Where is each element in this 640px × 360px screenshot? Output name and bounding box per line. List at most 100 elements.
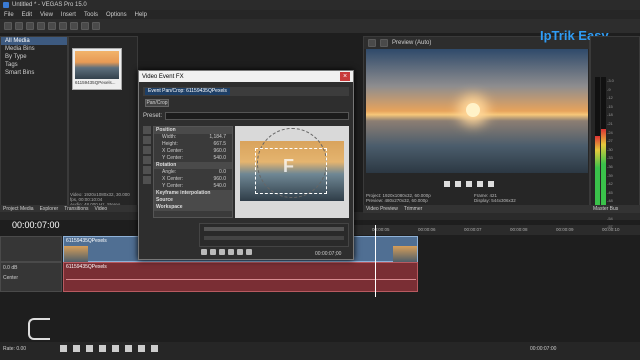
menu-file[interactable]: File: [4, 12, 14, 18]
menu-tools[interactable]: Tools: [84, 12, 98, 18]
preset-select[interactable]: [165, 111, 349, 120]
pancrop-canvas[interactable]: F: [235, 126, 349, 218]
undo-button[interactable]: [48, 22, 56, 30]
dialog-title: Video Event FX: [142, 73, 184, 80]
save-button[interactable]: [26, 22, 34, 30]
stop-icon[interactable]: [466, 181, 472, 187]
prev-frame-icon[interactable]: [477, 181, 483, 187]
sunset-thumbnail-image: [75, 51, 119, 79]
fx-chain-item[interactable]: Event Pan/Crop: 61159435QPexels: [145, 88, 230, 95]
tab-master-bus[interactable]: Master Bus: [593, 206, 618, 212]
record-icon[interactable]: [60, 345, 67, 352]
stop-icon[interactable]: [125, 345, 132, 352]
rotation-header[interactable]: Rotation: [154, 162, 232, 169]
go-to-start-icon[interactable]: [138, 345, 145, 352]
scale-about-center-icon[interactable]: [143, 176, 151, 184]
play-icon[interactable]: [444, 181, 450, 187]
thumbnail-caption: 61159435QPexels...: [75, 80, 116, 85]
audio-track-header[interactable]: 0.0 dB Center: [0, 262, 62, 292]
move-free-icon[interactable]: [143, 156, 151, 164]
zoom-tool-icon[interactable]: [143, 136, 151, 144]
audio-event[interactable]: 61159435QPexels: [63, 262, 418, 292]
preview-transport: [444, 181, 494, 187]
meter-scale-tick: -45: [607, 189, 613, 195]
tab-video-preview[interactable]: Video Preview: [366, 206, 398, 212]
add-keyframe-icon[interactable]: [219, 249, 225, 255]
mask-keyframe-track[interactable]: [204, 236, 344, 240]
delete-keyframe-icon[interactable]: [228, 249, 234, 255]
last-keyframe-icon[interactable]: [246, 249, 252, 255]
copy-button[interactable]: [81, 22, 89, 30]
video-track-header[interactable]: [0, 236, 62, 262]
prop-rot-y-center: Y Center: 540.0: [162, 183, 226, 189]
video-event-thumb: [393, 246, 417, 262]
keyframe-interp-header[interactable]: Keyframe interpolation: [154, 190, 232, 197]
meter-scale-tick: -12: [607, 95, 613, 101]
prop-height: Height: 667.5: [162, 141, 226, 147]
vegas-logo-icon: [3, 2, 9, 8]
next-keyframe-icon[interactable]: [237, 249, 243, 255]
loop-icon[interactable]: [73, 345, 80, 352]
menu-insert[interactable]: Insert: [61, 12, 76, 18]
menu-bar: File Edit View Insert Tools Options Help: [0, 10, 640, 19]
magnet-icon[interactable]: [143, 146, 151, 154]
pancrop-tab[interactable]: Pan/Crop: [145, 99, 169, 107]
prop-x-center: X Center: 960.0: [162, 148, 226, 154]
meter-scale-tick: -24: [607, 129, 613, 135]
render-button[interactable]: [37, 22, 45, 30]
meter-scale-tick: -27: [607, 138, 613, 144]
prev-keyframe-icon[interactable]: [210, 249, 216, 255]
preview-quality[interactable]: Preview (Auto): [392, 40, 431, 46]
play-icon[interactable]: [99, 345, 106, 352]
media-thumbnail[interactable]: 61159435QPexels...: [72, 48, 122, 90]
menu-edit[interactable]: Edit: [22, 12, 32, 18]
go-to-end-icon[interactable]: [151, 345, 158, 352]
first-keyframe-icon[interactable]: [201, 249, 207, 255]
next-frame-icon[interactable]: [488, 181, 494, 187]
close-icon[interactable]: ×: [340, 72, 350, 81]
play-from-start-icon[interactable]: [86, 345, 93, 352]
left-meter: [595, 77, 600, 207]
meter-scale-tick: -3.0: [607, 78, 614, 83]
workspace-header[interactable]: Workspace: [154, 204, 232, 211]
tab-trimmer[interactable]: Trimmer: [404, 206, 422, 212]
paste-button[interactable]: [92, 22, 100, 30]
new-project-button[interactable]: [4, 22, 12, 30]
master-bus-tab: Master Bus: [590, 205, 640, 213]
tree-item-all-media[interactable]: All Media: [1, 37, 67, 45]
ruler-tick: 00:00:07: [464, 227, 482, 232]
preview-frame: [366, 49, 588, 173]
tree-item-by-type[interactable]: By Type: [1, 53, 67, 61]
meter-scale-tick: -33: [607, 155, 613, 161]
pause-icon[interactable]: [112, 345, 119, 352]
source-header[interactable]: Source: [154, 197, 232, 204]
left-meter-fill: [595, 135, 600, 207]
master-bus-panel: -3.0 -9 -12 -15 -18 -21 -24 -27 -30 -33 -36 -39 -42 -…: [590, 36, 640, 229]
preview-info-right: Frame: 421 Display: 544x306x32: [474, 193, 516, 203]
right-meter: [601, 77, 606, 207]
preview-settings-icon[interactable]: [368, 39, 376, 47]
display-info: Display: 544x306x32: [474, 198, 516, 203]
tree-item-tags[interactable]: Tags: [1, 61, 67, 69]
menu-view[interactable]: View: [40, 12, 53, 18]
split-screen-icon[interactable]: [380, 39, 388, 47]
keyframe-timeline[interactable]: [199, 223, 349, 247]
normal-edit-tool-icon[interactable]: [143, 126, 151, 134]
playhead-cursor[interactable]: [375, 225, 376, 297]
position-keyframe-track[interactable]: [204, 227, 344, 231]
pause-icon[interactable]: [455, 181, 461, 187]
tree-item-media-bins[interactable]: Media Bins: [1, 45, 67, 53]
tree-item-smart-bins[interactable]: Smart Bins: [1, 69, 67, 77]
dialog-time: 00:00:07;00: [315, 251, 342, 257]
redo-button[interactable]: [59, 22, 67, 30]
cut-button[interactable]: [70, 22, 78, 30]
menu-help[interactable]: Help: [135, 12, 147, 18]
ruler-tick: 00:00:08: [510, 227, 528, 232]
position-header[interactable]: Position: [154, 127, 232, 134]
open-button[interactable]: [15, 22, 23, 30]
lock-aspect-icon[interactable]: [143, 166, 151, 174]
window-title: Untitled * - VEGAS Pro 15.0: [12, 2, 87, 8]
menu-options[interactable]: Options: [106, 12, 127, 18]
video-event-label: 61159435QPexels: [66, 238, 107, 244]
meter-scale-tick: -9: [607, 86, 611, 92]
